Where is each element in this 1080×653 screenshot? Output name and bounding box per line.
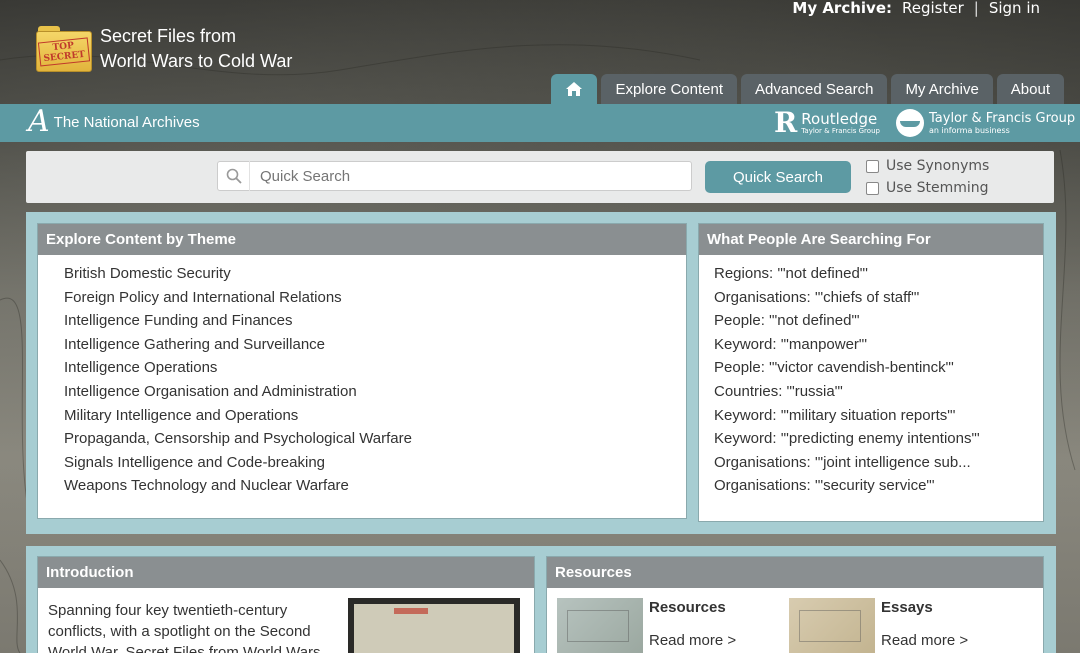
resources-panel: Resources Resources Read more > Essays R… — [546, 556, 1044, 653]
theme-link[interactable]: Intelligence Funding and Finances — [64, 309, 686, 333]
resource-card-essays[interactable]: Essays Read more > — [789, 598, 968, 653]
popular-search-link[interactable]: People: '"not defined"' — [714, 309, 1043, 333]
introduction-heading: Introduction — [38, 557, 534, 588]
popular-searches-list: Regions: '"not defined"' Organisations: … — [699, 255, 1043, 498]
popular-search-link[interactable]: Organisations: '"security service"' — [714, 474, 1043, 498]
my-archive-label: My Archive: — [792, 0, 892, 17]
main-nav: Explore Content Advanced Search My Archi… — [551, 74, 1064, 104]
popular-search-link[interactable]: Countries: '"russia"' — [714, 380, 1043, 404]
popular-search-link[interactable]: People: '"victor cavendish-bentinck"' — [714, 356, 1043, 380]
use-stemming-label: Use Stemming — [886, 180, 989, 196]
popular-search-link[interactable]: Organisations: '"joint intelligence sub.… — [714, 451, 1043, 475]
theme-link[interactable]: Military Intelligence and Operations — [64, 404, 686, 428]
national-archives-mark-icon: A — [28, 104, 50, 139]
site-logo[interactable]: TOP SECRET Secret Files from World Wars … — [36, 24, 292, 74]
explore-section: Explore Content by Theme British Domesti… — [26, 212, 1056, 534]
search-options: Use Synonyms Use Stemming — [866, 155, 989, 199]
routledge-name: Routledge — [801, 109, 878, 128]
tab-home[interactable] — [551, 74, 598, 104]
taylor-francis-logo[interactable]: Taylor & Francis Group an informa busine… — [896, 109, 1075, 137]
taylor-francis-sub: an informa business — [929, 125, 1010, 135]
site-title-line-1: Secret Files from — [100, 26, 237, 46]
popular-searches-heading: What People Are Searching For — [699, 224, 1043, 255]
taylor-francis-name: Taylor & Francis Group — [929, 110, 1076, 126]
theme-panel: Explore Content by Theme British Domesti… — [37, 223, 687, 519]
search-icon — [218, 161, 250, 191]
routledge-sub: Taylor & Francis Group — [801, 126, 880, 135]
sign-in-link[interactable]: Sign in — [989, 0, 1040, 17]
popular-searches-panel: What People Are Searching For Regions: '… — [698, 223, 1044, 522]
link-separator: | — [973, 0, 979, 17]
read-more-link[interactable]: Read more > — [881, 632, 968, 649]
site-title: Secret Files from World Wars to Cold War — [100, 24, 292, 74]
site-title-line-2: World Wars to Cold War — [100, 51, 293, 71]
theme-link[interactable]: Propaganda, Censorship and Psychological… — [64, 427, 686, 451]
routledge-mark-icon: R — [774, 106, 798, 139]
resource-card-resources[interactable]: Resources Read more > — [557, 598, 736, 653]
quick-search-bar: Quick Search Use Synonyms Use Stemming — [26, 151, 1054, 203]
partner-band: A The National Archives R Routledge Tayl… — [0, 104, 1080, 142]
tab-explore-content[interactable]: Explore Content — [601, 74, 738, 104]
use-stemming-checkbox[interactable] — [866, 181, 879, 195]
popular-search-link[interactable]: Keyword: '"military situation reports"' — [714, 404, 1043, 428]
register-link[interactable]: Register — [902, 0, 964, 17]
theme-link[interactable]: Intelligence Organisation and Administra… — [64, 380, 686, 404]
introduction-text: Spanning four key twentieth-century conf… — [48, 602, 321, 653]
top-secret-folder-icon: TOP SECRET — [36, 26, 92, 72]
quick-search-input[interactable] — [250, 162, 680, 190]
theme-list: British Domestic Security Foreign Policy… — [38, 255, 686, 498]
use-synonyms-option[interactable]: Use Synonyms — [866, 155, 989, 177]
tab-my-archive[interactable]: My Archive — [891, 74, 993, 104]
theme-link[interactable]: Intelligence Operations — [64, 356, 686, 380]
tab-about[interactable]: About — [996, 74, 1064, 104]
theme-link[interactable]: Foreign Policy and International Relatio… — [64, 286, 686, 310]
introduction-document-image — [348, 598, 520, 653]
resource-card-title: Essays — [881, 599, 933, 616]
taylor-francis-mark-icon — [896, 109, 924, 137]
essays-letter-thumbnail — [789, 598, 875, 653]
theme-link[interactable]: Signals Intelligence and Code-breaking — [64, 451, 686, 475]
resources-map-thumbnail — [557, 598, 643, 653]
resource-card-title: Resources — [649, 599, 726, 616]
theme-link[interactable]: British Domestic Security — [64, 262, 686, 286]
national-archives-name: The National Archives — [53, 113, 200, 131]
account-links: My Archive: Register | Sign in — [792, 0, 1040, 17]
use-synonyms-checkbox[interactable] — [866, 159, 879, 173]
use-stemming-option[interactable]: Use Stemming — [866, 177, 989, 199]
theme-link[interactable]: Weapons Technology and Nuclear Warfare — [64, 474, 686, 498]
home-icon — [566, 82, 583, 96]
popular-search-link[interactable]: Keyword: '"predicting enemy intentions"' — [714, 427, 1043, 451]
popular-search-link[interactable]: Regions: '"not defined"' — [714, 262, 1043, 286]
national-archives-logo[interactable]: A The National Archives — [28, 106, 200, 138]
use-synonyms-label: Use Synonyms — [886, 158, 990, 174]
theme-panel-heading: Explore Content by Theme — [38, 224, 686, 255]
quick-search-button[interactable]: Quick Search — [705, 161, 851, 193]
info-section: Introduction Spanning four key twentieth… — [26, 546, 1056, 653]
popular-search-link[interactable]: Organisations: '"chiefs of staff"' — [714, 286, 1043, 310]
introduction-panel: Introduction Spanning four key twentieth… — [37, 556, 535, 653]
routledge-logo[interactable]: R Routledge Taylor & Francis Group — [774, 109, 880, 137]
search-field — [217, 161, 692, 191]
theme-link[interactable]: Intelligence Gathering and Surveillance — [64, 333, 686, 357]
popular-search-link[interactable]: Keyword: '"manpower"' — [714, 333, 1043, 357]
resources-heading: Resources — [547, 557, 1043, 588]
read-more-link[interactable]: Read more > — [649, 632, 736, 649]
tab-advanced-search[interactable]: Advanced Search — [741, 74, 888, 104]
